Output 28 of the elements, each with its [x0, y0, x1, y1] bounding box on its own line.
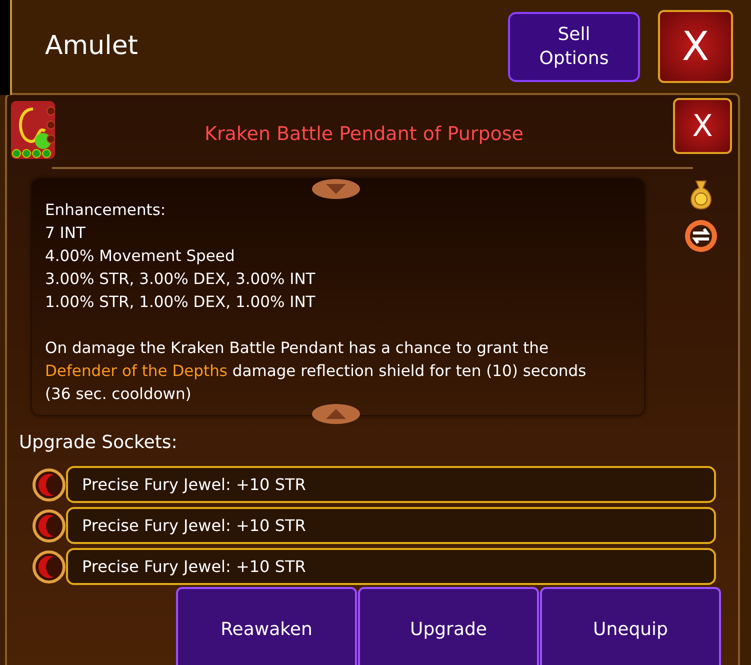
amulet-item-icon [11, 101, 55, 159]
jewel-icon [32, 508, 66, 542]
enhancement-line: 4.00% Movement Speed [45, 246, 235, 267]
socket-text: Precise Fury Jewel: +10 STR [82, 556, 306, 578]
enhancement-line: 7 INT [45, 223, 86, 244]
socket-text: Precise Fury Jewel: +10 STR [82, 514, 306, 536]
socket-row[interactable]: Precise Fury Jewel: +10 STR [66, 466, 716, 503]
action-button[interactable]: Reawaken [176, 587, 357, 665]
action-button[interactable]: Unequip [540, 587, 721, 665]
jewel-icon [32, 550, 66, 584]
sockets-label: Upgrade Sockets: [19, 431, 178, 455]
enhancement-line: Enhancements: [45, 200, 166, 221]
description-text: On damage the Kraken Battle Pendant has a chance to grant the Defender of the Depths damage reflection shield for ten (10) seconds (36 sec. cooldown) [45, 338, 588, 405]
action-button[interactable]: Upgrade [358, 587, 539, 665]
item-name: Kraken Battle Pendant of Purpose [204, 122, 524, 147]
enhancement-line: 1.00% STR, 1.00% DEX, 1.00% INT [45, 292, 316, 313]
jewel-icon [32, 468, 66, 502]
close-button[interactable]: X [658, 10, 733, 83]
swap-icon[interactable] [684, 219, 718, 253]
socket-row[interactable]: Precise Fury Jewel: +10 STR [66, 507, 716, 544]
sell-options-button[interactable]: Sell Options [508, 12, 640, 82]
close-button[interactable]: X [673, 98, 732, 154]
scroll-down-icon[interactable] [311, 178, 361, 200]
socket-text: Precise Fury Jewel: +10 STR [82, 474, 306, 496]
enhancement-line: 3.00% STR, 3.00% DEX, 3.00% INT [45, 269, 316, 290]
scroll-up-icon[interactable] [311, 403, 361, 425]
window-title: Amulet [45, 30, 140, 63]
socket-row[interactable]: Precise Fury Jewel: +10 STR [66, 548, 716, 585]
